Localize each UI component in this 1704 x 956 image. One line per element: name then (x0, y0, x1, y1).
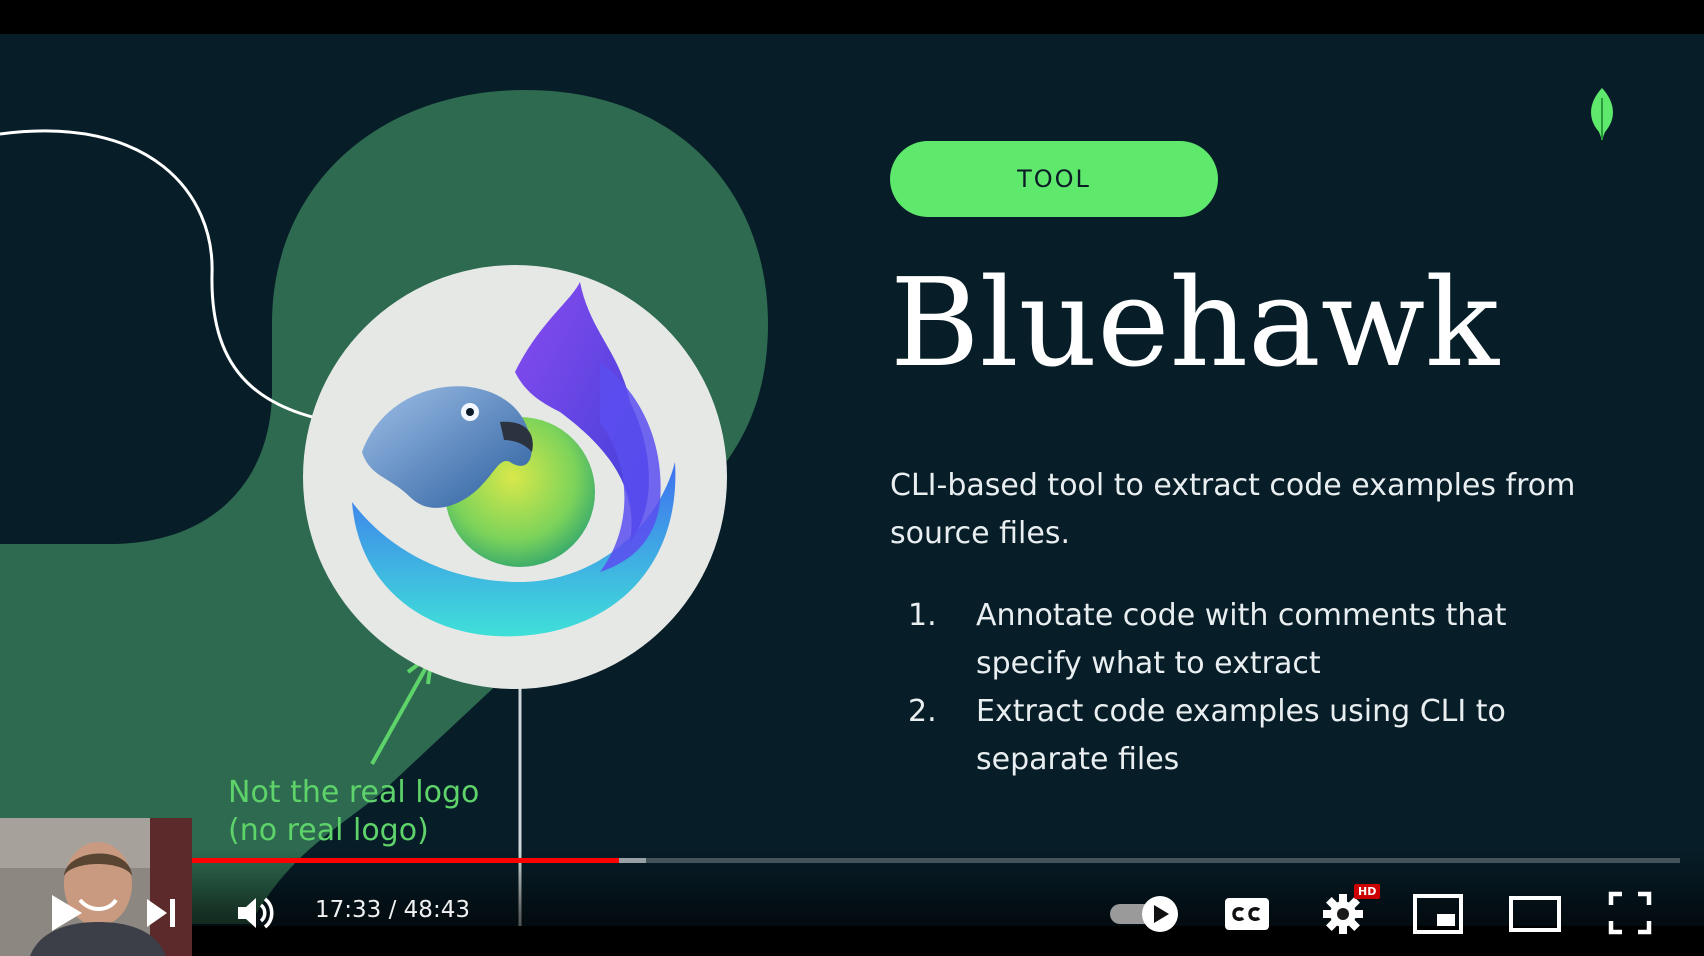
step-number: 1. (908, 598, 937, 633)
fullscreen-icon (1608, 891, 1652, 935)
time-current: 17:33 (315, 897, 382, 923)
time-display: 17:33 / 48:43 (315, 897, 470, 923)
step-number: 2. (908, 694, 937, 729)
captions-button[interactable] (1222, 895, 1272, 933)
steps-list: 1. Annotate code with comments that speci… (890, 592, 1610, 784)
time-separator: / (388, 897, 397, 923)
annotation-line-1: Not the real logo (228, 775, 480, 810)
miniplayer-button[interactable] (1412, 892, 1464, 936)
next-icon (147, 899, 175, 927)
autoplay-toggle[interactable] (1108, 894, 1184, 934)
fullscreen-button[interactable] (1606, 890, 1654, 936)
webcam-overlay (0, 818, 192, 956)
next-button[interactable] (140, 892, 182, 934)
tag-pill: TOOL (890, 141, 1218, 217)
presenter-image (0, 818, 192, 956)
progress-bar[interactable] (20, 858, 1680, 863)
slide-title: Bluehawk (890, 252, 1500, 394)
cc-icon (1225, 898, 1269, 930)
theater-icon (1509, 896, 1561, 932)
step-text: Annotate code with comments that specify… (976, 598, 1507, 681)
theater-mode-button[interactable] (1508, 894, 1562, 934)
slide-description: CLI-based tool to extract code examples … (890, 468, 1576, 551)
step-item: 1. Annotate code with comments that speci… (890, 592, 1610, 688)
play-icon (52, 895, 82, 931)
video-player[interactable]: TOOL Bluehawk CLI-based tool to extract … (0, 0, 1704, 956)
time-total: 48:43 (403, 897, 470, 923)
miniplayer-icon (1413, 894, 1463, 934)
autoplay-toggle-icon (1110, 896, 1178, 932)
leaf-icon (1591, 88, 1613, 140)
step-item: 2. Extract code examples using CLI to sep… (890, 688, 1610, 784)
volume-button[interactable] (232, 890, 278, 936)
volume-icon (238, 897, 274, 929)
step-text: Extract code examples using CLI to separ… (976, 694, 1506, 777)
presentation-slide: TOOL Bluehawk CLI-based tool to extract … (0, 34, 1704, 926)
annotation-line-2: (no real logo) (228, 813, 429, 848)
logo-annotation: Not the real logo (no real logo) (228, 774, 479, 850)
play-button[interactable] (44, 888, 88, 938)
bluehawk-logo (303, 265, 727, 689)
hd-badge: HD (1354, 884, 1381, 899)
